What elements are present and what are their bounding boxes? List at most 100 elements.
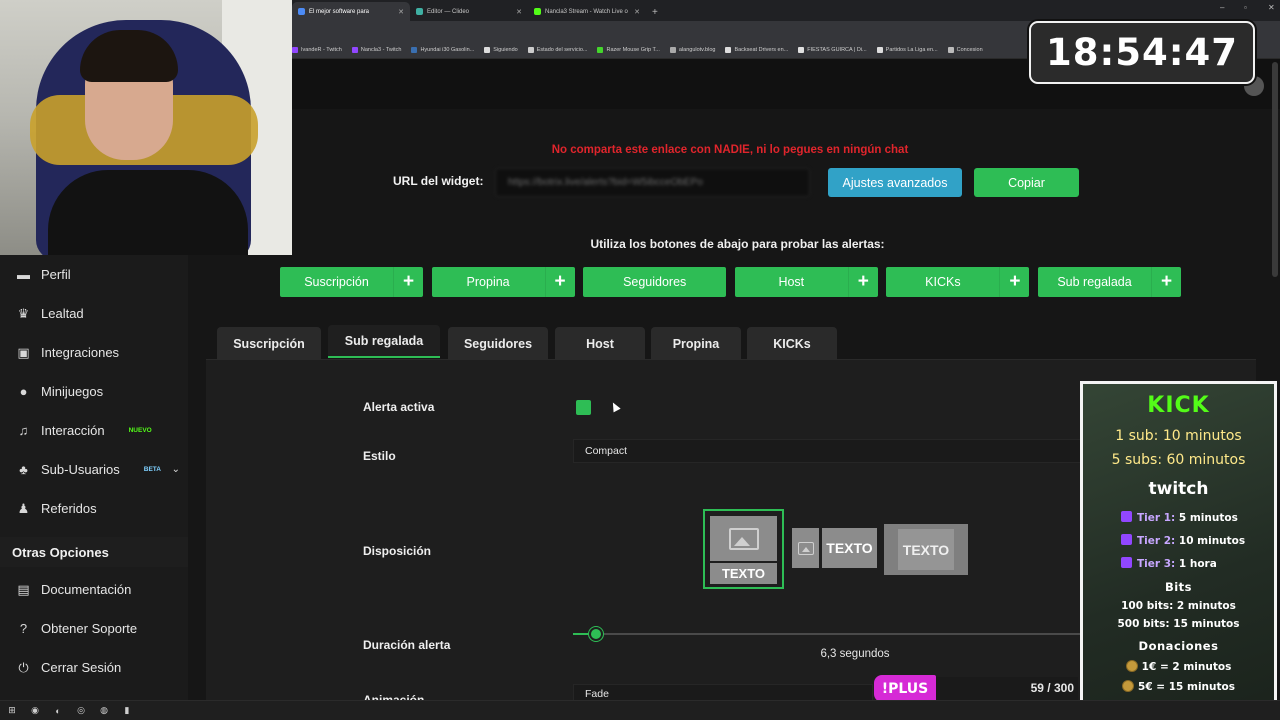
sidebar-item-interacci-n[interactable]: ♫ Interacción NUEVO xyxy=(0,411,188,450)
sidebar-item-integraciones[interactable]: ▣ Integraciones xyxy=(0,333,188,372)
coin-icon xyxy=(1122,680,1135,692)
bookmark-item[interactable]: Razer Mouse Grip T... xyxy=(597,46,660,53)
duration-slider-thumb[interactable] xyxy=(588,627,603,641)
favicon-icon xyxy=(597,46,604,53)
test-alert-label: Seguidores xyxy=(623,275,687,289)
bookmark-item[interactable]: Concesion xyxy=(947,46,983,53)
folder-icon[interactable]: ▮ xyxy=(121,705,133,717)
sidebar-item-label: Perfil xyxy=(41,267,71,282)
sidebar-item-label: Referidos xyxy=(41,501,97,516)
bookmark-item[interactable]: IvandeR - Twitch xyxy=(292,46,342,53)
bookmark-item[interactable]: alangulotv.blog xyxy=(669,46,715,53)
sidebar-item-documentaci-n[interactable]: ▤ Documentación xyxy=(0,570,188,609)
browser-tab[interactable]: Nancla3 Stream - Watch Live o ✕ xyxy=(528,2,646,21)
alert-active-checkbox[interactable] xyxy=(576,400,591,415)
bookmark-item[interactable]: FIESTAS GUIRCA | Di... xyxy=(798,46,867,53)
bookmark-item[interactable]: Hyundai i30 Gasolin... xyxy=(411,46,474,53)
bookmark-item[interactable]: Partidos La Liga en... xyxy=(876,46,938,53)
bookmark-item[interactable]: Nancla3 - Twitch xyxy=(351,46,401,53)
tab-kicks[interactable]: KICKs xyxy=(747,327,837,360)
obs-icon[interactable]: ◎ xyxy=(75,705,87,717)
sidebar-item-sub-usuarios[interactable]: ♣ Sub-Usuarios BETA ⌄ xyxy=(0,450,188,489)
bookmark-item[interactable]: Backseat Drivers en... xyxy=(725,46,788,53)
coin-icon xyxy=(1125,660,1138,672)
layout-option-overlay[interactable]: TEXTO xyxy=(884,524,968,575)
plus-icon: + xyxy=(1151,267,1181,297)
duration-slider-track[interactable] xyxy=(573,633,1083,635)
sidebar-item-label: Minijuegos xyxy=(41,384,104,399)
sidebar-item-cerrar-sesi-n[interactable]: ⏻ Cerrar Sesión xyxy=(0,648,188,687)
maximize-icon[interactable]: ▫ xyxy=(1244,3,1247,12)
kick-rule-1: 1 sub: 10 minutos xyxy=(1115,428,1242,444)
webcam-overlay xyxy=(0,0,292,255)
question-circle-icon: ? xyxy=(19,621,28,636)
sidebar-item-label: Cerrar Sesión xyxy=(41,660,122,675)
layout-option-stacked[interactable]: TEXTO xyxy=(703,509,784,589)
close-tab-icon[interactable]: ✕ xyxy=(634,8,640,16)
test-alert-button[interactable]: Propina + xyxy=(431,267,575,297)
plus-icon: + xyxy=(847,267,878,297)
taskbar: ⊞ ◉ ◐ ◎ ◍ ▮ xyxy=(0,700,1280,720)
bookmark-label: Partidos La Liga en... xyxy=(885,46,938,53)
app-icon[interactable]: ◍ xyxy=(98,705,110,717)
test-alert-button[interactable]: KICKs + xyxy=(886,267,1030,297)
test-alerts-hint: Utiliza los botones de abajo para probar… xyxy=(590,237,885,251)
test-alert-label: KICKs xyxy=(925,275,961,289)
tab-propina[interactable]: Propina xyxy=(651,327,741,360)
style-select[interactable]: Compact xyxy=(573,439,1083,463)
plus-icon: + xyxy=(393,267,423,297)
plug-icon: ▣ xyxy=(17,344,30,360)
test-alert-button[interactable]: Seguidores xyxy=(583,267,727,297)
tab-sub-regalada[interactable]: Sub regalada xyxy=(328,325,440,358)
windows-start-icon[interactable]: ⊞ xyxy=(6,705,18,717)
chrome-icon[interactable]: ◉ xyxy=(29,705,41,717)
tab-host[interactable]: Host xyxy=(555,327,645,360)
users-icon: ♣ xyxy=(19,462,28,477)
minimize-icon[interactable]: – xyxy=(1220,3,1224,12)
bookmark-item[interactable]: Siguiendo xyxy=(484,46,518,53)
sidebar-item-obtener-soporte[interactable]: ? Obtener Soporte xyxy=(0,609,188,648)
power-icon: ⏻ xyxy=(18,659,29,675)
new-tab-button[interactable]: + xyxy=(646,7,664,21)
sidebar: ▬ Perfil ♛ Lealtad ▣ Integraciones ● Minijuegos… xyxy=(0,255,188,700)
sidebar-item-label: Obtener Soporte xyxy=(41,621,138,636)
sidebar-badge: BETA xyxy=(143,466,161,473)
favicon-icon xyxy=(292,46,298,53)
favicon-icon xyxy=(876,46,883,53)
favicon-icon xyxy=(798,46,805,53)
close-tab-icon[interactable]: ✕ xyxy=(516,8,522,16)
layout-option-side[interactable]: TEXTO xyxy=(792,528,877,568)
sidebar-item-lealtad[interactable]: ♛ Lealtad xyxy=(0,294,188,333)
favicon-icon xyxy=(351,46,358,53)
tab-suscripci-n[interactable]: Suscripción xyxy=(217,327,321,360)
id-card-icon: ▬ xyxy=(17,267,30,282)
user-group-icon: ♟ xyxy=(17,500,30,516)
widget-url-label: URL del widget: xyxy=(393,174,484,188)
layout-label: Disposición xyxy=(363,544,432,558)
test-alert-button[interactable]: Suscripción + xyxy=(280,267,423,297)
close-window-icon[interactable]: ✕ xyxy=(1268,3,1275,12)
test-alert-button[interactable]: Sub regalada + xyxy=(1038,267,1181,297)
browser-tab[interactable]: Editor — Clideo ✕ xyxy=(410,2,528,21)
page-scrollbar[interactable] xyxy=(1272,62,1278,277)
twitch-icon xyxy=(1121,534,1132,545)
tab-seguidores[interactable]: Seguidores xyxy=(448,327,548,360)
plus-goal-count: 59 / 300 xyxy=(1030,681,1074,695)
bits-rule-1: 100 bits: 2 minutos xyxy=(1121,600,1236,612)
copy-button[interactable]: Copiar xyxy=(974,168,1079,197)
bookmark-item[interactable]: Estado del servicio... xyxy=(527,46,587,53)
sidebar-section-title: Otras Opciones xyxy=(0,537,188,567)
advanced-settings-button[interactable]: Ajustes avanzados xyxy=(828,168,962,197)
sidebar-item-referidos[interactable]: ♟ Referidos xyxy=(0,489,188,528)
sidebar-item-perfil[interactable]: ▬ Perfil xyxy=(0,255,188,294)
widget-url-field[interactable]: https://botrix.live/alerts?bid=W5ibcceOb… xyxy=(495,168,810,197)
browser-tab[interactable]: El mejor software para ✕ xyxy=(292,2,410,21)
bookmark-label: Razer Mouse Grip T... xyxy=(606,46,660,53)
sidebar-badge: NUEVO xyxy=(128,427,152,434)
bits-heading: Bits xyxy=(1164,580,1193,594)
chevron-down-icon[interactable]: ⌄ xyxy=(172,464,180,475)
sidebar-item-minijuegos[interactable]: ● Minijuegos xyxy=(0,372,188,411)
close-tab-icon[interactable]: ✕ xyxy=(398,8,404,16)
test-alert-button[interactable]: Host + xyxy=(734,267,878,297)
steam-icon[interactable]: ◐ xyxy=(52,705,64,717)
